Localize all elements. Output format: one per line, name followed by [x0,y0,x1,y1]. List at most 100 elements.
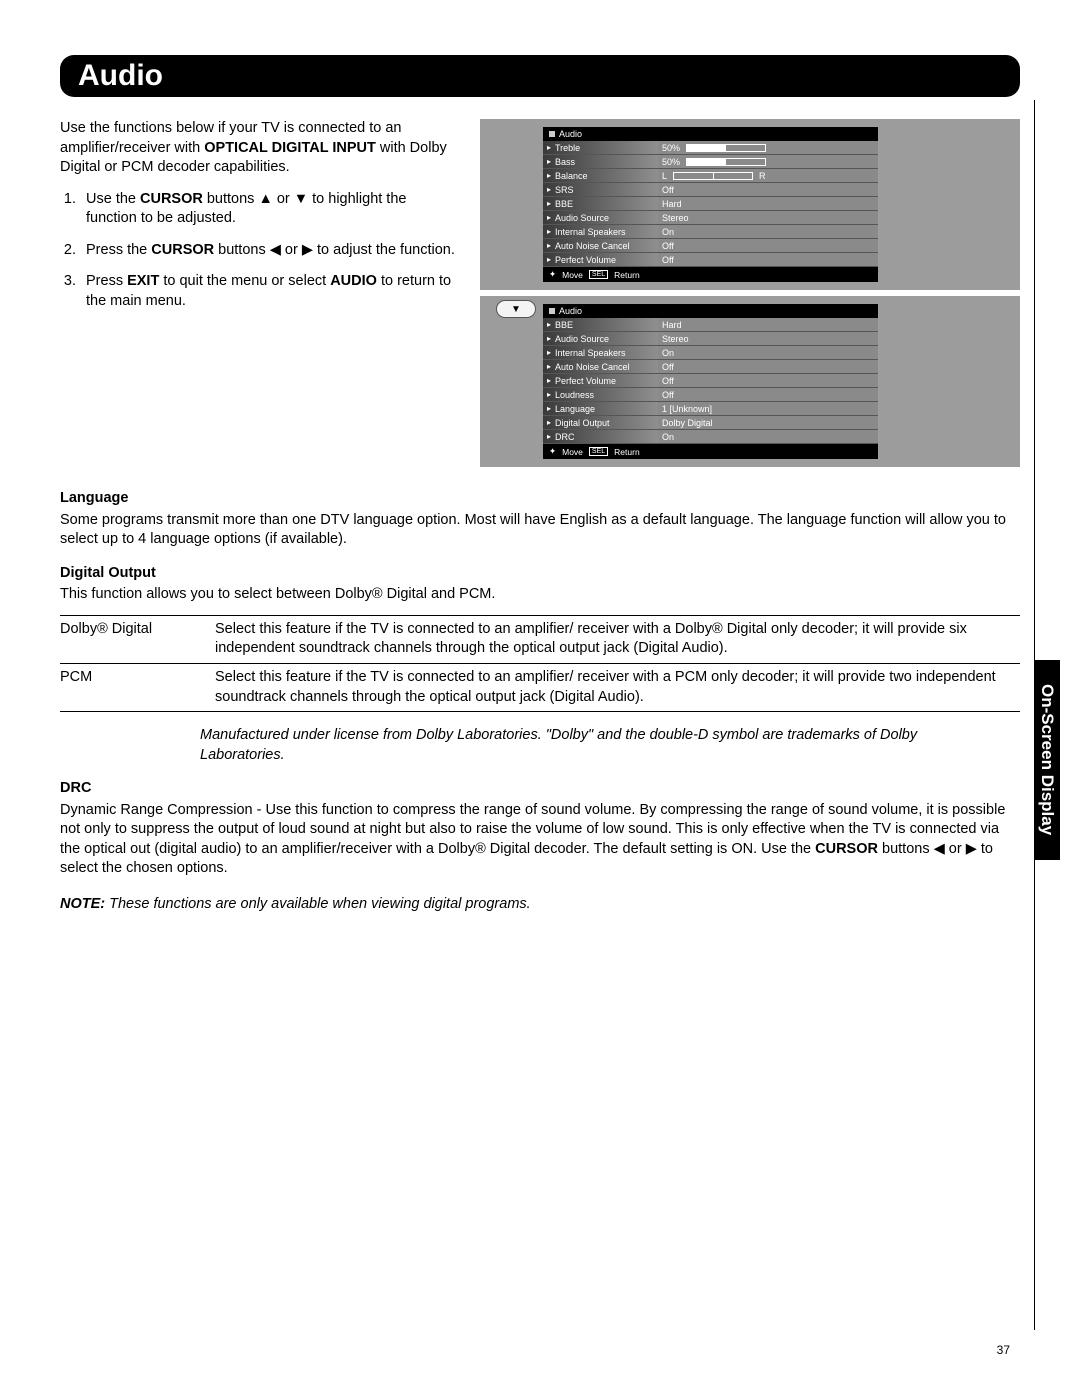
triangle-right-icon: ▸ [547,362,551,371]
osd-value-text: Dolby Digital [662,418,713,428]
note-label: NOTE: [60,896,105,912]
osd-value-text: On [662,227,674,237]
triangle-right-icon: ▸ [547,432,551,441]
osd-value-text: On [662,348,674,358]
triangle-right-icon: ▸ [547,255,551,264]
text-bold: CURSOR [140,191,203,207]
chevron-down-icon: ▼ [511,304,521,315]
square-icon [549,308,555,314]
triangle-right-icon: ▸ [547,376,551,385]
step-1: Use the CURSOR buttons ▲ or ▼ to highlig… [80,190,460,229]
osd-value-text: 50% [662,157,680,167]
osd-label: ▸BBE [543,318,658,332]
osd-value: Off [658,360,878,374]
triangle-right-icon: ▸ [547,241,551,250]
triangle-right-icon: ▸ [547,157,551,166]
osd-label: ▸DRC [543,430,658,444]
triangle-right-icon: ▸ [547,199,551,208]
osd-label: ▸Internal Speakers [543,225,658,239]
intro-paragraph: Use the functions below if your TV is co… [60,119,460,178]
osd-label: ▸ Audio Source [543,211,658,225]
osd-value: 50% [658,141,878,155]
balance-right: R [759,171,766,181]
osd-label-text: Internal Speakers [555,348,626,358]
section-tab: On-Screen Display [1034,660,1060,860]
osd-row: ▸Audio SourceStereo [543,332,878,346]
text: buttons ◀ or ▶ to adjust the function. [214,242,455,258]
note-text: These functions are only available when … [105,896,531,912]
osd-value: Hard [658,318,878,332]
text-bold: CURSOR [151,242,214,258]
foot-move: Move [562,270,583,280]
step-3: Press EXIT to quit the menu or select AU… [80,272,460,311]
osd-label: ▸Digital Output [543,416,658,430]
page-number: 37 [997,1343,1010,1357]
triangle-right-icon: ▸ [547,320,551,329]
section-tab-label: On-Screen Display [1037,684,1057,835]
osd-value-text: Off [662,255,674,265]
digital-output-heading: Digital Output [60,564,1020,584]
cell-value: Select this feature if the TV is connect… [215,615,1020,663]
osd-label-text: Treble [555,143,580,153]
osd-value-text: Hard [662,320,682,330]
text: to quit the menu or select [159,273,330,289]
osd-value: On [658,346,878,360]
foot-return: Return [614,447,640,457]
foot-sel: SEL [589,270,608,279]
osd-row: ▸ Treble 50% [543,141,878,155]
osd-value: Hard [658,197,878,211]
page: Audio Use the functions below if your TV… [0,0,1080,1397]
balance-left: L [662,171,667,181]
osd-title-text: Audio [559,129,582,139]
osd-value-text: 1 [Unknown] [662,404,712,414]
steps-list: Use the CURSOR buttons ▲ or ▼ to highlig… [80,190,460,312]
foot-sel: SEL [589,447,608,456]
foot-move: Move [562,447,583,457]
osd-label: ▸Auto Noise Cancel [543,239,658,253]
osd-value: LR [658,169,878,183]
osd-label-text: Audio Source [555,334,609,344]
osd-value: Off [658,388,878,402]
triangle-right-icon: ▸ [547,185,551,194]
osd-value: Off [658,239,878,253]
osd-row: ▸Audio SourceStereo [543,211,878,225]
osd-footer: ✦Move SELReturn [543,267,878,282]
osd-label-text: Audio Source [555,213,609,223]
osd-label: ▸Language [543,402,658,416]
text-bold: OPTICAL DIGITAL INPUT [204,140,376,156]
language-heading: Language [60,489,1020,509]
triangle-right-icon: ▸ [547,171,551,180]
osd-row: ▸BalanceLR [543,169,878,183]
osd-label-text: Bass [555,157,575,167]
cell-key: Dolby® Digital [60,615,215,663]
text: Press [86,273,127,289]
page-title: Audio [78,59,163,92]
osd-label: ▸BBE [543,197,658,211]
triangle-right-icon: ▸ [547,143,551,152]
osd-screenshot-1: Audio ▸Treble50%▸Bass50%▸BalanceLR▸SRSOf… [480,119,1020,290]
language-text: Some programs transmit more than one DTV… [60,511,1020,550]
osd-value: Off [658,253,878,267]
two-column-area: Use the functions below if your TV is co… [60,119,1020,473]
osd-value-text: Stereo [662,334,689,344]
osd-panel: Audio ▸BBEHard▸Audio SourceStereo▸Intern… [543,304,878,459]
osd-row: ▸Auto Noise CancelOff [543,360,878,374]
osd-value: 50% [658,155,878,169]
triangle-right-icon: ▸ [547,227,551,236]
triangle-right-icon: ▸ [547,390,551,399]
triangle-right-icon: ▸ [547,213,551,222]
level-bar [686,144,766,152]
osd-label: ▸ Treble [543,141,658,155]
osd-row: ▸Perfect VolumeOff [543,253,878,267]
osd-value: Dolby Digital [658,416,878,430]
foot-return: Return [614,270,640,280]
osd-row: ▸BBE Hard [543,318,878,332]
osd-row: ▸ Bass 50% [543,155,878,169]
osd-label-text: Balance [555,171,588,181]
osd-panel: Audio ▸Treble50%▸Bass50%▸BalanceLR▸SRSOf… [543,127,878,282]
cell-key: PCM [60,663,215,711]
drc-heading: DRC [60,779,1020,799]
triangle-right-icon: ▸ [547,418,551,427]
osd-value: Off [658,374,878,388]
osd-value: On [658,225,878,239]
